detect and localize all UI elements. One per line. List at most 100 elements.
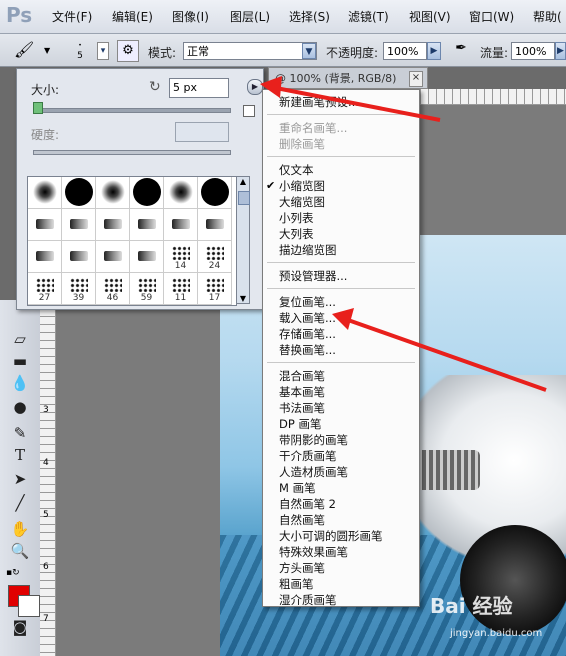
context-menu-item[interactable]: 大小可调的圆形画笔	[279, 528, 383, 544]
brush-preset-cell[interactable]	[62, 177, 96, 209]
context-menu-item[interactable]: 自然画笔	[279, 512, 325, 528]
reset-size-icon[interactable]: ↻	[149, 79, 161, 95]
new-preset-icon[interactable]	[243, 105, 255, 117]
background-color-swatch[interactable]	[18, 595, 40, 617]
context-menu-item[interactable]: 替换画笔...	[279, 342, 336, 358]
menu-item[interactable]: 图像(I)	[172, 8, 209, 25]
document-tab[interactable]: @ 100% (背景, RGB/8) ×	[268, 67, 428, 89]
brush-preset-cell[interactable]: 59	[130, 273, 164, 305]
size-input[interactable]: 5 px	[169, 78, 229, 98]
default-colors-icon[interactable]: ▪↻	[6, 568, 20, 578]
context-menu-item[interactable]: 小列表	[279, 210, 314, 226]
brush-preset-picker-button[interactable]: ▾	[97, 42, 109, 60]
context-menu-item[interactable]: 大缩览图	[279, 194, 325, 210]
preset-grid-scrollbar[interactable]: ▲ ▼	[236, 176, 250, 304]
brush-preset-cell[interactable]: 17	[198, 273, 232, 305]
checkmark-icon: ✔	[266, 179, 276, 192]
flow-slider-button[interactable]: ▶	[555, 42, 566, 60]
brush-panel-toggle-icon[interactable]: ⚙	[117, 40, 139, 62]
airbrush-icon[interactable]: ✒	[450, 40, 472, 60]
brush-preset-cell[interactable]	[96, 177, 130, 209]
context-menu-item[interactable]: 仅文本	[279, 162, 314, 178]
context-menu-item[interactable]: 大列表	[279, 226, 314, 242]
brush-preset-cell[interactable]	[28, 209, 62, 241]
brush-preset-cell[interactable]: 11	[164, 273, 198, 305]
brush-preset-cell[interactable]: 24	[198, 241, 232, 273]
context-menu-item[interactable]: 自然画笔 2	[279, 496, 336, 512]
blur-icon[interactable]: 💧	[10, 374, 30, 392]
brush-preset-cell[interactable]: 14	[164, 241, 198, 273]
flow-input[interactable]: 100%	[511, 42, 555, 60]
brush-preset-cell[interactable]	[164, 209, 198, 241]
context-menu-item[interactable]: M 画笔	[279, 480, 316, 496]
menu-item[interactable]: 图层(L)	[230, 8, 270, 25]
type-icon[interactable]: T	[10, 446, 30, 464]
context-menu-item[interactable]: 干介质画笔	[279, 448, 337, 464]
brush-preset-cell[interactable]	[62, 241, 96, 273]
context-menu-item[interactable]: 混合画笔	[279, 368, 325, 384]
brush-tool-icon[interactable]: 🖌	[14, 40, 40, 60]
brush-preset-cell[interactable]	[198, 177, 232, 209]
line-icon[interactable]: ╱	[10, 494, 30, 512]
brush-size-preview[interactable]: • 5	[70, 40, 90, 62]
menu-item[interactable]: 视图(V)	[409, 8, 451, 25]
menu-item[interactable]: 帮助(	[533, 8, 562, 25]
opacity-slider-button[interactable]: ▶	[427, 42, 441, 60]
brush-preset-cell[interactable]: 39	[62, 273, 96, 305]
context-menu-item[interactable]: 基本画笔	[279, 384, 325, 400]
brush-preset-cell[interactable]: 27	[28, 273, 62, 305]
scroll-up-icon[interactable]: ▲	[237, 177, 249, 186]
size-slider-track[interactable]	[33, 108, 231, 113]
brush-preset-cell[interactable]: 46	[96, 273, 130, 305]
brush-tip-icon	[35, 250, 54, 261]
quick-mask-icon[interactable]: ◙	[10, 618, 30, 636]
brush-size-label: 46	[106, 293, 119, 303]
zoom-icon[interactable]: 🔍	[10, 542, 30, 560]
context-menu-item[interactable]: 描边缩览图	[279, 242, 337, 258]
close-icon[interactable]: ×	[409, 71, 423, 87]
context-menu-item[interactable]: 小缩览图	[279, 178, 325, 194]
menu-item[interactable]: 文件(F)	[52, 8, 92, 25]
context-menu-item[interactable]: 湿介质画笔	[279, 592, 337, 608]
brush-preset-cell[interactable]	[96, 241, 130, 273]
context-menu-item[interactable]: 特殊效果画笔	[279, 544, 348, 560]
menu-item[interactable]: 选择(S)	[289, 8, 330, 25]
brush-preset-cell[interactable]	[28, 177, 62, 209]
brush-tip-icon	[171, 246, 190, 261]
panel-menu-button[interactable]: ▶	[247, 79, 263, 95]
brush-preset-cell[interactable]	[130, 241, 164, 273]
menu-item[interactable]: 窗口(W)	[469, 8, 514, 25]
context-menu-item[interactable]: 方头画笔	[279, 560, 325, 576]
context-menu-item[interactable]: 复位画笔...	[279, 294, 336, 310]
menu-item[interactable]: 编辑(E)	[112, 8, 153, 25]
scroll-thumb[interactable]	[238, 191, 250, 205]
brush-preset-cell[interactable]	[164, 177, 198, 209]
hand-icon[interactable]: ✋	[10, 520, 30, 538]
brush-preset-cell[interactable]	[62, 209, 96, 241]
brush-preset-cell[interactable]	[96, 209, 130, 241]
path-selection-icon[interactable]: ➤	[10, 470, 30, 488]
pen-icon[interactable]: ✎	[10, 424, 30, 442]
brush-preset-cell[interactable]	[198, 209, 232, 241]
brush-preset-cell[interactable]	[130, 209, 164, 241]
mode-select[interactable]: 正常 ▼	[183, 42, 317, 60]
context-menu-item[interactable]: DP 画笔	[279, 416, 321, 432]
dodge-icon[interactable]: ●	[10, 398, 30, 416]
brush-preset-cell[interactable]	[130, 177, 164, 209]
context-menu-item[interactable]: 新建画笔预设...	[279, 94, 359, 110]
brush-tool-dropdown-icon[interactable]: ▼	[44, 46, 50, 55]
eraser-icon[interactable]: ▱	[10, 330, 30, 348]
opacity-input[interactable]: 100%	[383, 42, 427, 60]
gradient-icon[interactable]: ▬	[10, 352, 30, 370]
menu-item[interactable]: 滤镜(T)	[348, 8, 389, 25]
context-menu-item[interactable]: 预设管理器...	[279, 268, 347, 284]
context-menu-item[interactable]: 带阴影的画笔	[279, 432, 348, 448]
context-menu-item[interactable]: 载入画笔...	[279, 310, 336, 326]
brush-preset-cell[interactable]	[28, 241, 62, 273]
context-menu-item[interactable]: 存储画笔...	[279, 326, 336, 342]
scroll-down-icon[interactable]: ▼	[237, 294, 249, 303]
context-menu-item[interactable]: 粗画笔	[279, 576, 314, 592]
context-menu-item[interactable]: 人造材质画笔	[279, 464, 348, 480]
size-slider-thumb[interactable]	[32, 102, 43, 114]
context-menu-item[interactable]: 书法画笔	[279, 400, 325, 416]
